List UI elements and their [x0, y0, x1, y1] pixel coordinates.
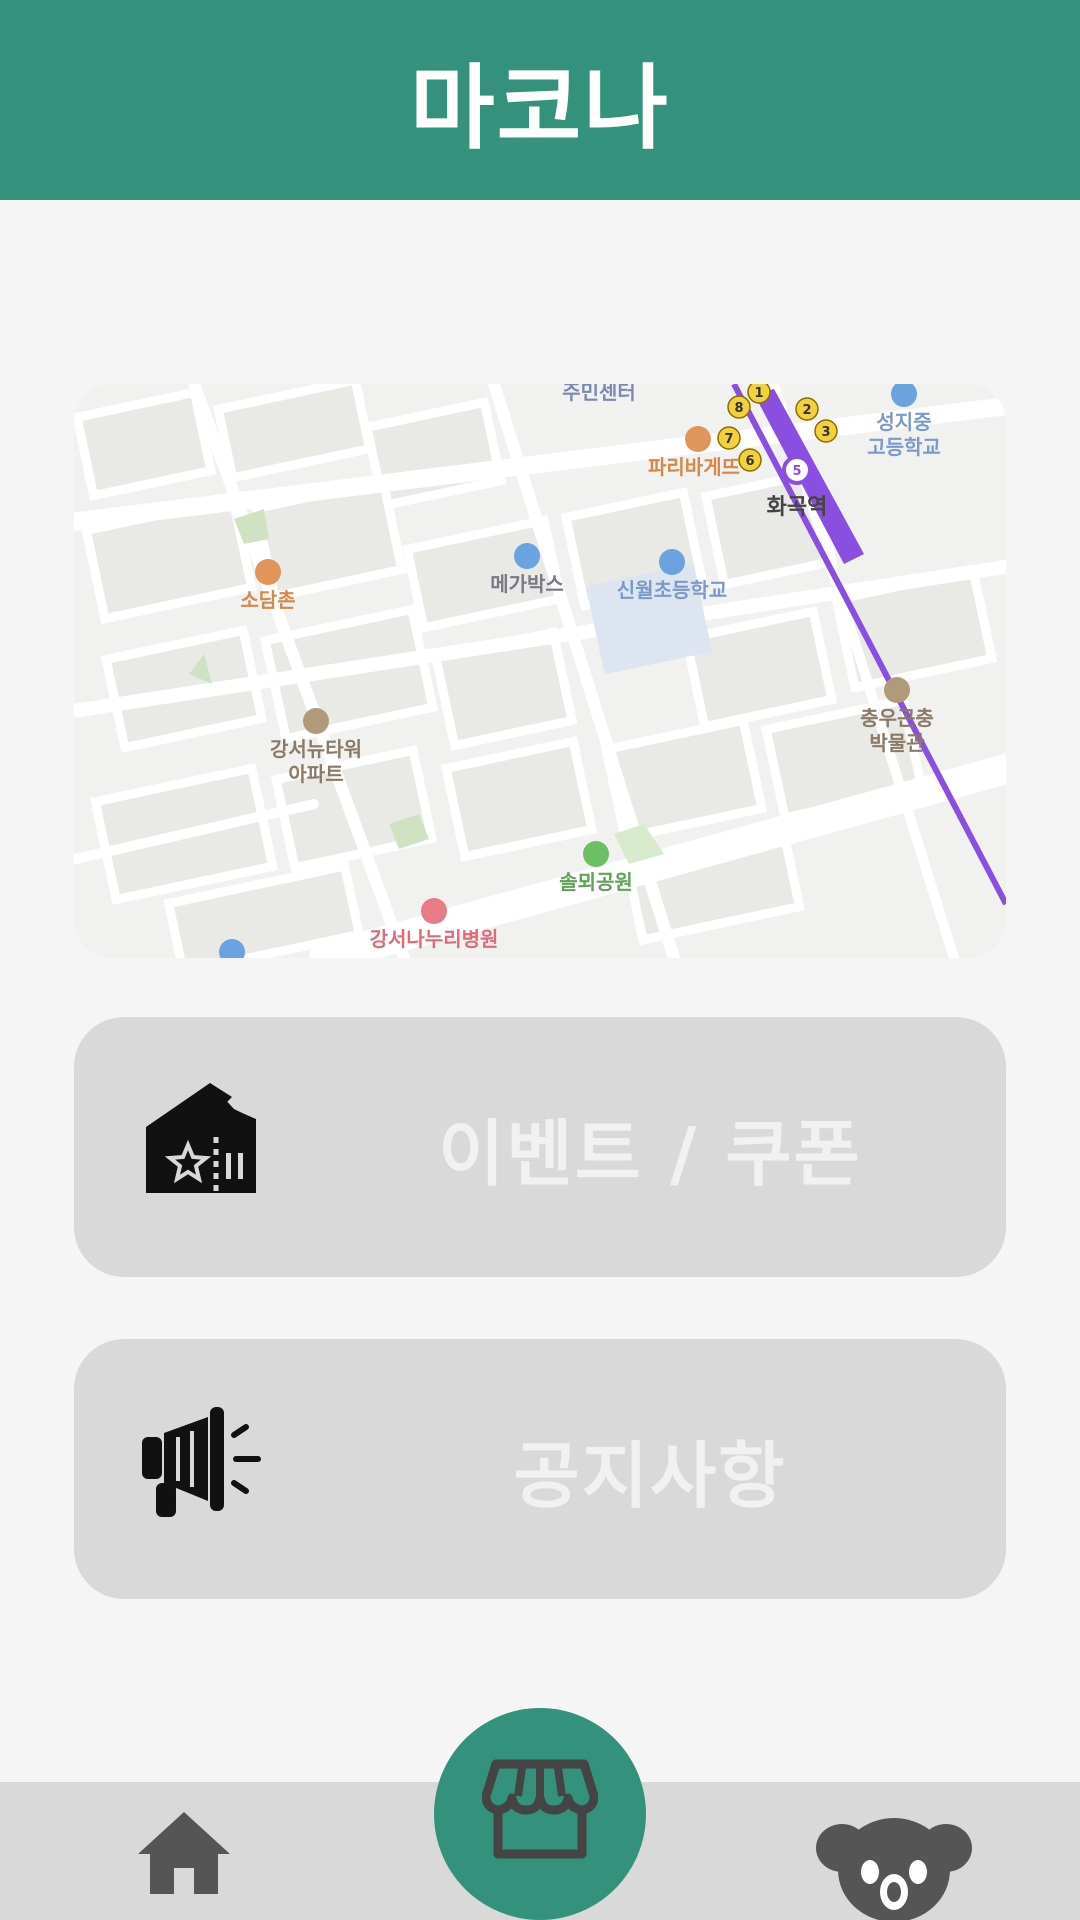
- map-label: 아파트: [288, 762, 343, 786]
- park-icon: [583, 841, 609, 867]
- app-header: 마코나: [0, 0, 1080, 200]
- exit-badge: 3: [821, 425, 830, 440]
- app-title: 마코나: [410, 54, 670, 162]
- home-icon[interactable]: [136, 1808, 232, 1898]
- school-icon: [659, 549, 685, 575]
- map-label: 고등학교: [867, 435, 941, 459]
- store-icon: [481, 1759, 599, 1866]
- map-label: 솔뫼공원: [559, 870, 633, 894]
- exit-badge: 1: [754, 386, 763, 401]
- museum-icon: [884, 677, 910, 703]
- map-label: 강서뉴타워: [270, 737, 362, 761]
- map-label: 강서나누리병원: [370, 927, 499, 951]
- map-label: 박물관: [869, 731, 925, 755]
- store-nav-button[interactable]: [434, 1708, 646, 1920]
- app-root: 마코나 1 2 3 5 6 7 8 주민센터 파리바게뜨 화곡역 성지중 고등학…: [0, 0, 1080, 1920]
- coupon-ticket-icon: [138, 1075, 262, 1199]
- apartment-icon: [303, 708, 329, 734]
- map-label: 메가박스: [490, 572, 564, 596]
- events-coupon-label: 이벤트 / 쿠폰: [438, 1111, 862, 1196]
- koala-icon[interactable]: [814, 1804, 974, 1920]
- restaurant-icon: [685, 426, 711, 452]
- notice-button[interactable]: 공지사항: [74, 1339, 1006, 1599]
- map-label: 화곡역: [767, 495, 828, 520]
- map-canvas[interactable]: 1 2 3 5 6 7 8 주민센터 파리바게뜨 화곡역 성지중 고등학교 메가…: [74, 384, 1006, 958]
- exit-badge: 2: [802, 403, 811, 418]
- map-view[interactable]: 1 2 3 5 6 7 8 주민센터 파리바게뜨 화곡역 성지중 고등학교 메가…: [74, 384, 1006, 958]
- map-label: 주민센터: [562, 384, 636, 404]
- map-label: 성지중: [876, 410, 931, 434]
- hospital-icon: [421, 898, 447, 924]
- map-label: 파리바게뜨: [648, 455, 740, 479]
- theater-icon: [514, 543, 540, 569]
- exit-badge: 7: [724, 432, 733, 447]
- megaphone-icon: [138, 1397, 262, 1521]
- events-coupon-button[interactable]: 이벤트 / 쿠폰: [74, 1017, 1006, 1277]
- exit-badge: 8: [734, 401, 743, 416]
- exit-badge: 6: [745, 454, 754, 469]
- exit-badge: 5: [792, 464, 801, 479]
- restaurant-icon: [255, 559, 281, 585]
- map-label: 충우곤충: [860, 706, 934, 730]
- map-label: 신월초등학교: [617, 578, 727, 602]
- map-label: 소담촌: [240, 588, 295, 612]
- notice-label: 공지사항: [513, 1433, 787, 1518]
